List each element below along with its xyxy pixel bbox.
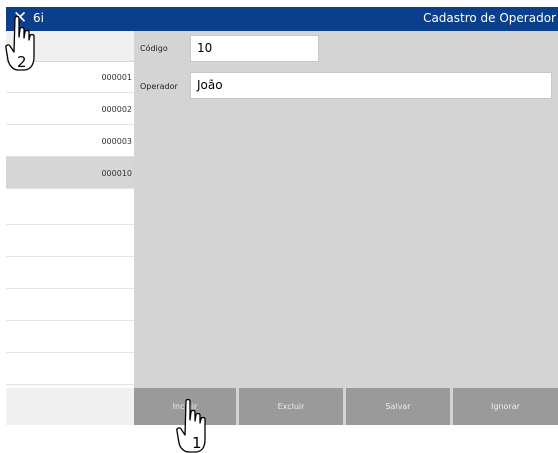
list-item-selected[interactable]: 000010 — [6, 157, 134, 189]
operator-list: 000001 000002 000003 000010 — [6, 31, 134, 437]
form-panel: Código 10 Operador João — [134, 31, 558, 388]
ignorar-button[interactable]: Ignorar — [453, 388, 558, 425]
list-item-code: 000003 — [101, 137, 132, 146]
window-title: Cadastro de Operador — [423, 11, 556, 25]
list-footer — [6, 388, 134, 425]
operador-field[interactable]: João — [190, 72, 552, 99]
list-item-code: 000002 — [101, 105, 132, 114]
list-item-empty[interactable] — [6, 353, 134, 385]
list-item-code: 000010 — [101, 169, 132, 178]
list-item-empty[interactable] — [6, 225, 134, 257]
list-item-empty[interactable] — [6, 257, 134, 289]
excluir-button[interactable]: Excluir — [239, 388, 343, 425]
list-item[interactable]: 000003 — [6, 125, 134, 157]
list-item-empty[interactable] — [6, 289, 134, 321]
codigo-field[interactable]: 10 — [190, 35, 319, 62]
codigo-label: Código — [140, 44, 168, 53]
hand-pointer-icon: 1 — [176, 398, 206, 453]
list-item-code: 000001 — [101, 73, 132, 82]
pointer-1-label: 1 — [192, 434, 202, 452]
list-item-empty[interactable] — [6, 193, 134, 225]
title-bar: ✕ 6i Cadastro de Operador — [6, 7, 558, 31]
list-item[interactable]: 000002 — [6, 93, 134, 125]
operador-label: Operador — [140, 82, 178, 91]
hand-pointer-icon: 2 — [5, 15, 35, 71]
pointer-2-label: 2 — [17, 53, 27, 71]
salvar-button[interactable]: Salvar — [346, 388, 450, 425]
list-item-empty[interactable] — [6, 321, 134, 353]
